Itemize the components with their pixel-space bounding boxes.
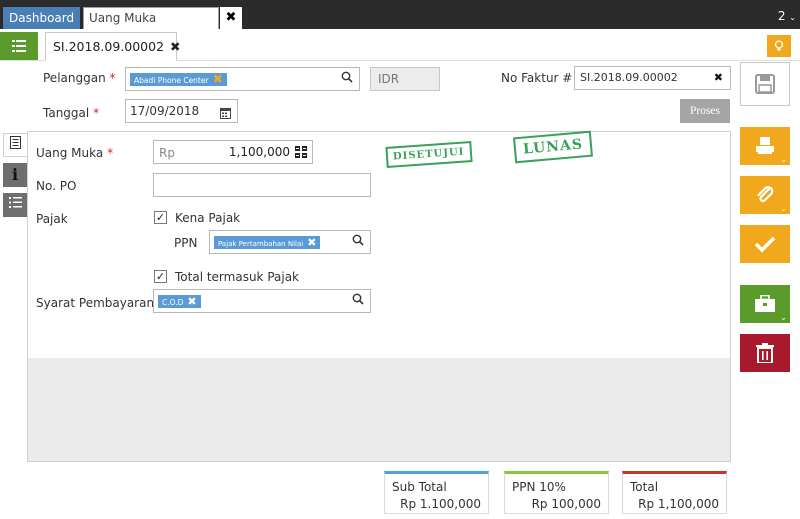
no-po-label: No. PO	[36, 179, 77, 193]
attach-button[interactable]: ⌄	[740, 176, 790, 214]
proses-button[interactable]: Proses	[680, 99, 730, 123]
remove-ppn-icon[interactable]: ✖	[307, 236, 316, 249]
syarat-pembayaran-label: Syarat Pembayaran	[36, 296, 155, 310]
subtotal-label: Sub Total	[392, 480, 447, 494]
pelanggan-label-text: Pelanggan	[43, 71, 106, 85]
chevron-down-icon: ⌄	[780, 155, 787, 164]
syarat-chip: C.O.D ✖	[158, 295, 201, 308]
chevron-down-icon: ⌄	[780, 313, 787, 322]
pelanggan-chip-text: Abadi Phone Center	[134, 76, 209, 85]
lightbulb-icon[interactable]	[767, 35, 791, 57]
document-bar: SI.2018.09.00002 ✖	[0, 29, 800, 61]
required-mark: *	[107, 146, 114, 160]
syarat-chip-text: C.O.D	[162, 298, 184, 307]
pelanggan-chip: Abadi Phone Center ✖	[130, 73, 227, 86]
clear-faktur-icon[interactable]: ✖	[714, 67, 723, 89]
total-termasuk-pajak-label: Total termasuk Pajak	[175, 270, 300, 284]
tab-uang-muka-penjualan[interactable]: Uang Muka Penjualan	[83, 7, 219, 46]
checkmark-icon	[754, 234, 776, 258]
paperclip-icon	[755, 186, 775, 210]
close-tab-icon[interactable]: ✖	[220, 7, 242, 29]
calculator-icon[interactable]	[295, 146, 307, 161]
no-faktur-label: No Faktur # *	[501, 71, 582, 85]
ppn-total-value: Rp 100,000	[531, 497, 601, 511]
uang-muka-label-text: Uang Muka	[36, 146, 104, 160]
ppn-chip-text: Pajak Pertambahan Nilai	[218, 240, 304, 248]
no-po-field[interactable]	[153, 173, 371, 197]
close-document-icon[interactable]: ✖	[170, 39, 180, 54]
pelanggan-label: Pelanggan *	[43, 71, 116, 85]
uang-muka-field[interactable]: Rp 1,100,000	[153, 140, 313, 164]
pajak-label: Pajak	[36, 212, 68, 226]
ppn-total-label: PPN 10%	[512, 480, 566, 494]
subtotal-value: Rp 1.100,000	[400, 497, 481, 511]
print-icon	[755, 136, 775, 160]
briefcase-icon	[754, 294, 776, 318]
tanggal-label: Tanggal *	[43, 106, 99, 120]
remove-syarat-icon[interactable]: ✖	[187, 295, 196, 308]
delete-button[interactable]	[740, 334, 790, 372]
no-faktur-field[interactable]: SI.2018.09.00002 ✖	[574, 66, 731, 90]
ppn-field[interactable]: Pajak Pertambahan Nilai ✖	[209, 230, 371, 254]
pelanggan-field[interactable]: Abadi Phone Center ✖	[125, 67, 360, 91]
info-icon[interactable]: i	[3, 163, 27, 187]
list-icon[interactable]	[0, 32, 38, 60]
tab-dashboard[interactable]: Dashboard	[3, 7, 81, 29]
uang-muka-label: Uang Muka *	[36, 146, 113, 160]
tanggal-value: 17/09/2018	[130, 104, 200, 118]
no-faktur-value: SI.2018.09.00002	[580, 71, 678, 84]
document-number-label: SI.2018.09.00002	[53, 39, 165, 54]
search-icon[interactable]	[352, 293, 364, 309]
document-icon[interactable]	[3, 133, 27, 157]
search-icon[interactable]	[352, 234, 364, 250]
search-icon[interactable]	[341, 71, 353, 87]
save-icon	[755, 74, 775, 99]
grand-total-value: Rp 1,100,000	[638, 497, 719, 511]
syarat-pembayaran-field[interactable]: C.O.D ✖	[153, 289, 371, 313]
trash-icon	[756, 343, 774, 368]
ppn-chip: Pajak Pertambahan Nilai ✖	[214, 236, 321, 249]
required-mark: *	[109, 71, 116, 85]
currency-field: IDR	[370, 67, 440, 91]
ppn-label: PPN	[174, 236, 198, 250]
tab-bar: Dashboard Uang Muka Penjualan ✖ 2 ⌄	[0, 0, 800, 46]
checklist-icon[interactable]	[3, 193, 27, 217]
document-number-tab[interactable]: SI.2018.09.00002 ✖	[45, 32, 181, 61]
chevron-down-icon: ⌄	[789, 13, 796, 22]
uang-muka-value: 1,100,000	[228, 145, 290, 159]
save-button[interactable]	[740, 62, 790, 106]
subtotal-box: Sub Total Rp 1.100,000	[384, 471, 489, 514]
print-button[interactable]: ⌄	[740, 127, 790, 165]
form-panel-empty-area	[27, 358, 731, 462]
window-count[interactable]: 2 ⌄	[778, 9, 796, 23]
required-mark: *	[93, 106, 100, 120]
window-count-value: 2	[777, 9, 786, 23]
approve-button[interactable]	[740, 225, 790, 263]
kena-pajak-label: Kena Pajak	[175, 211, 241, 225]
grand-total-label: Total	[630, 480, 659, 494]
grand-total-box: Total Rp 1,100,000	[622, 471, 727, 514]
tools-button[interactable]: ⌄	[740, 285, 790, 323]
calendar-icon[interactable]	[220, 104, 231, 126]
chevron-down-icon: ⌄	[780, 204, 787, 213]
total-termasuk-pajak-checkbox[interactable]: ✓	[154, 270, 167, 283]
tanggal-label-text: Tanggal	[43, 106, 90, 120]
currency-prefix: Rp	[159, 146, 175, 160]
ppn-total-box: PPN 10% Rp 100,000	[504, 471, 609, 514]
tanggal-field[interactable]: 17/09/2018	[125, 99, 238, 123]
no-faktur-label-text: No Faktur #	[501, 71, 573, 85]
kena-pajak-checkbox[interactable]: ✓	[154, 211, 167, 224]
remove-pelanggan-icon[interactable]: ✖	[209, 72, 223, 86]
